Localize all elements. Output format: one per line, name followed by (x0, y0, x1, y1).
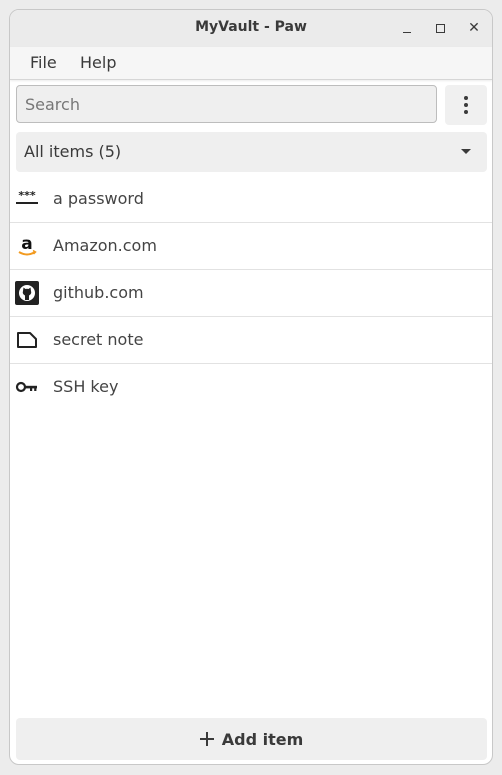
list-item-ssh-key[interactable]: SSH key (10, 364, 492, 410)
item-list: *** a password a Amazon.com github.com s… (10, 176, 492, 410)
add-item-label: Add item (221, 729, 304, 749)
password-icon: *** (15, 187, 39, 211)
maximize-icon (435, 23, 445, 33)
chevron-down-icon (461, 149, 471, 154)
window-title: MyVault - Paw (195, 19, 307, 35)
app-window: MyVault - Paw ✕ File Help All items (5) … (9, 9, 493, 765)
list-item-amazon[interactable]: a Amazon.com (10, 223, 492, 270)
filter-label: All items (5) (24, 142, 122, 161)
list-item-note[interactable]: secret note (10, 317, 492, 364)
more-options-button[interactable] (445, 85, 487, 125)
title-bar[interactable]: MyVault - Paw ✕ (10, 10, 492, 48)
list-item-password[interactable]: *** a password (10, 176, 492, 223)
add-item-button[interactable]: Add item (16, 718, 487, 760)
close-icon: ✕ (468, 20, 480, 36)
amazon-logo-icon: a (15, 234, 39, 258)
list-item-label: github.com (53, 283, 144, 302)
menu-bar: File Help (10, 47, 492, 80)
kebab-dot (464, 110, 468, 114)
svg-text:***: *** (18, 189, 36, 202)
maximize-button[interactable] (428, 16, 452, 40)
github-logo-icon (15, 281, 39, 305)
minimize-icon (403, 31, 411, 33)
search-input[interactable] (16, 85, 437, 123)
list-item-label: SSH key (53, 377, 119, 396)
minimize-button[interactable] (395, 16, 419, 40)
key-icon (15, 375, 39, 399)
menu-help[interactable]: Help (80, 47, 116, 79)
plus-icon (199, 732, 214, 746)
list-item-label: a password (53, 189, 144, 208)
kebab-menu-icon (464, 96, 468, 100)
note-icon (15, 328, 39, 352)
menu-file[interactable]: File (30, 47, 57, 79)
svg-text:a: a (21, 234, 32, 254)
close-button[interactable]: ✕ (462, 16, 486, 40)
item-filter-dropdown[interactable]: All items (5) (16, 132, 487, 172)
kebab-dot (464, 103, 468, 107)
list-item-label: Amazon.com (53, 236, 157, 255)
list-item-github[interactable]: github.com (10, 270, 492, 317)
list-item-label: secret note (53, 330, 144, 349)
